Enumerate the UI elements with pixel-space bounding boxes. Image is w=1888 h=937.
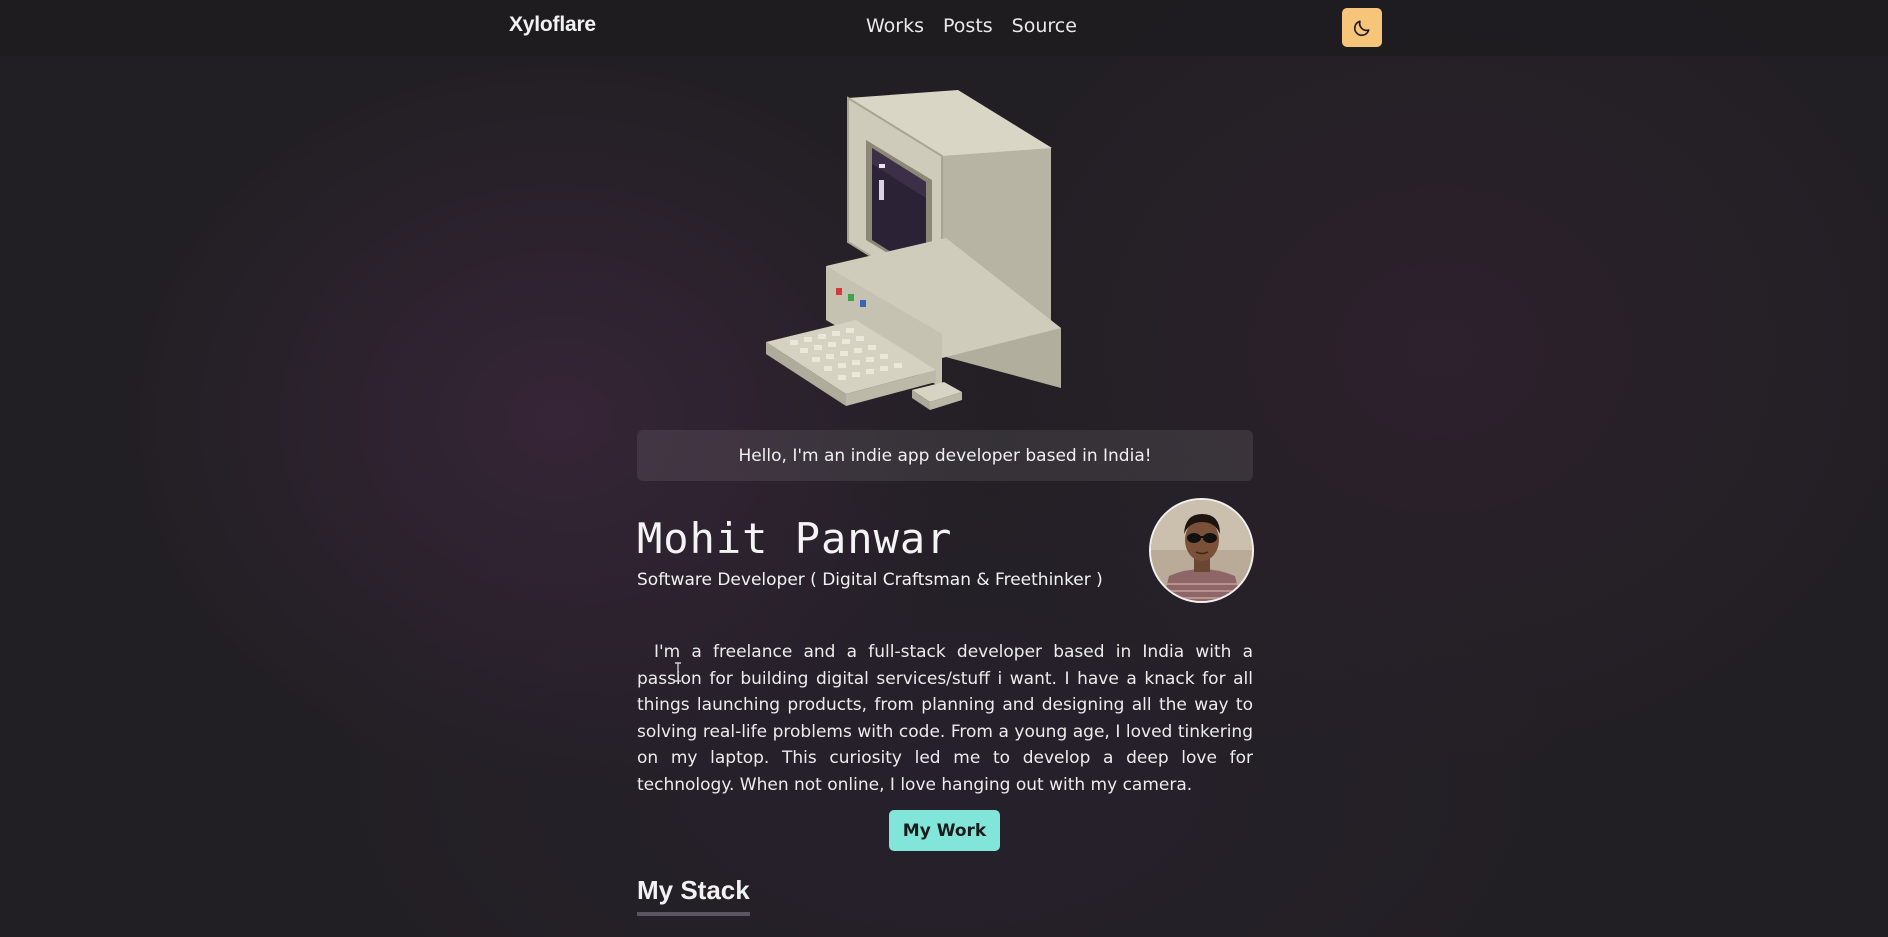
profile-role: Software Developer ( Digital Craftsman &… [637,570,1103,590]
brand-logo[interactable]: Xyloflare [509,13,596,37]
profile-photo [1151,500,1252,601]
navbar: Xyloflare Works Posts Source [0,0,1888,56]
profile-name: Mohit Panwar [637,514,953,563]
moon-icon [1353,20,1370,36]
my-work-button[interactable]: My Work [889,810,1000,851]
section-heading-my-stack: My Stack [637,873,750,916]
nav-link-source[interactable]: Source [1012,15,1077,37]
retro-computer-illustration [766,90,1061,410]
nav-link-posts[interactable]: Posts [943,15,993,37]
bio-paragraph: I'm a freelance and a full-stack develop… [637,642,1253,795]
theme-toggle-button[interactable] [1342,8,1382,47]
greeting-banner: Hello, I'm an indie app developer based … [637,430,1253,481]
nav-link-works[interactable]: Works [866,15,924,37]
avatar [1149,498,1254,603]
nav-links: Works Posts Source [866,15,1077,37]
text-cursor-icon [675,662,681,682]
